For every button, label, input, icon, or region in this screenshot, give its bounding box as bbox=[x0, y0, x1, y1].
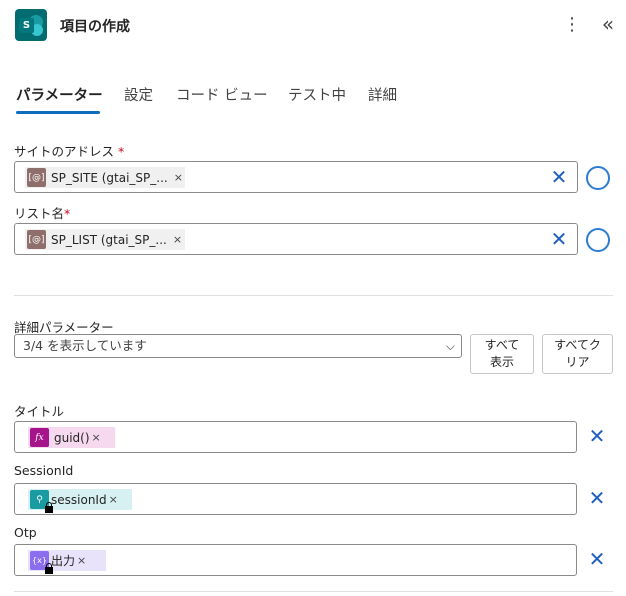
lock-icon bbox=[45, 563, 53, 574]
section-divider bbox=[14, 295, 613, 296]
chevron-down-icon: ⌵ bbox=[445, 339, 455, 353]
advanced-parameters-select[interactable]: 3/4 を表示しています ⌵ bbox=[14, 334, 462, 358]
remove-list-token-icon[interactable]: × bbox=[173, 233, 182, 246]
list-name-field[interactable]: [@] SP_LIST (gtai_SP_... × ✕ bbox=[14, 223, 578, 255]
remove-otp-param-icon[interactable]: ✕ bbox=[586, 548, 608, 570]
tab-testing[interactable]: テスト中 bbox=[288, 84, 346, 105]
sharepoint-app-icon: S bbox=[15, 9, 47, 41]
active-tab-indicator bbox=[16, 111, 100, 114]
site-token: [@] SP_SITE (gtai_SP_... × bbox=[25, 167, 185, 188]
sessionid-label: SessionId bbox=[14, 463, 74, 478]
clear-all-button[interactable]: すべてク リア bbox=[542, 334, 613, 374]
clear-site-icon[interactable]: ✕ bbox=[548, 166, 570, 188]
remove-sessionid-token-icon[interactable]: × bbox=[109, 493, 118, 506]
show-all-line1: すべて bbox=[484, 338, 520, 352]
tab-code-view[interactable]: コード ビュー bbox=[176, 84, 268, 105]
sessionid-field[interactable]: ⚲ sessionId × bbox=[14, 483, 577, 515]
output-token: {x} 出力 × bbox=[28, 550, 106, 574]
collapse-panel-icon[interactable]: « bbox=[596, 11, 620, 37]
clear-list-icon[interactable]: ✕ bbox=[548, 228, 570, 250]
title-label: タイトル bbox=[14, 404, 65, 419]
list-token: [@] SP_LIST (gtai_SP_... × bbox=[25, 229, 185, 250]
sessionid-token-text: sessionId bbox=[51, 492, 107, 507]
output-token-text: 出力 bbox=[51, 554, 76, 568]
remove-sessionid-param-icon[interactable]: ✕ bbox=[586, 487, 608, 509]
guid-token: fx guid() × bbox=[28, 427, 115, 448]
expression-icon: fx bbox=[30, 428, 49, 447]
otp-field[interactable]: {x} 出力 × bbox=[14, 544, 577, 576]
sessionid-token: ⚲ sessionId × bbox=[28, 489, 132, 513]
list-token-text: SP_LIST (gtai_SP_... bbox=[51, 232, 167, 247]
copilot-variable-icon: ⚲ bbox=[30, 490, 53, 513]
select-value: 3/4 を表示しています bbox=[23, 338, 147, 353]
site-address-field[interactable]: [@] SP_SITE (gtai_SP_... × ✕ bbox=[14, 161, 578, 193]
variable-icon: [@] bbox=[27, 230, 46, 249]
loading-spinner-icon bbox=[586, 166, 610, 190]
site-address-label: サイトのアドレス * bbox=[14, 144, 125, 159]
guid-token-text: guid() bbox=[54, 430, 90, 445]
remove-output-token-icon[interactable]: × bbox=[77, 554, 86, 567]
variable-icon: [@] bbox=[27, 168, 46, 187]
clear-all-line1: すべてク bbox=[554, 338, 601, 352]
remove-title-param-icon[interactable]: ✕ bbox=[586, 425, 608, 447]
tab-details[interactable]: 詳細 bbox=[368, 84, 397, 105]
clear-all-line2: リア bbox=[565, 355, 590, 369]
more-options-icon[interactable]: ⋮ bbox=[562, 13, 582, 37]
site-token-text: SP_SITE (gtai_SP_... bbox=[51, 170, 168, 185]
lock-icon bbox=[45, 502, 53, 513]
remove-site-token-icon[interactable]: × bbox=[174, 171, 183, 184]
remove-guid-token-icon[interactable]: × bbox=[92, 431, 101, 444]
action-title: 項目の作成 bbox=[60, 19, 130, 35]
variable-icon: {x} bbox=[30, 551, 53, 574]
section-divider bbox=[14, 591, 613, 592]
title-field[interactable]: fx guid() × bbox=[14, 421, 577, 453]
tab-parameters[interactable]: パラメーター bbox=[16, 84, 103, 105]
otp-label: Otp bbox=[14, 525, 37, 540]
loading-spinner-icon bbox=[586, 228, 610, 252]
show-all-line2: 表示 bbox=[489, 355, 514, 369]
list-name-label: リスト名* bbox=[14, 206, 71, 221]
tab-settings[interactable]: 設定 bbox=[124, 84, 153, 105]
show-all-button[interactable]: すべて 表示 bbox=[470, 334, 534, 374]
